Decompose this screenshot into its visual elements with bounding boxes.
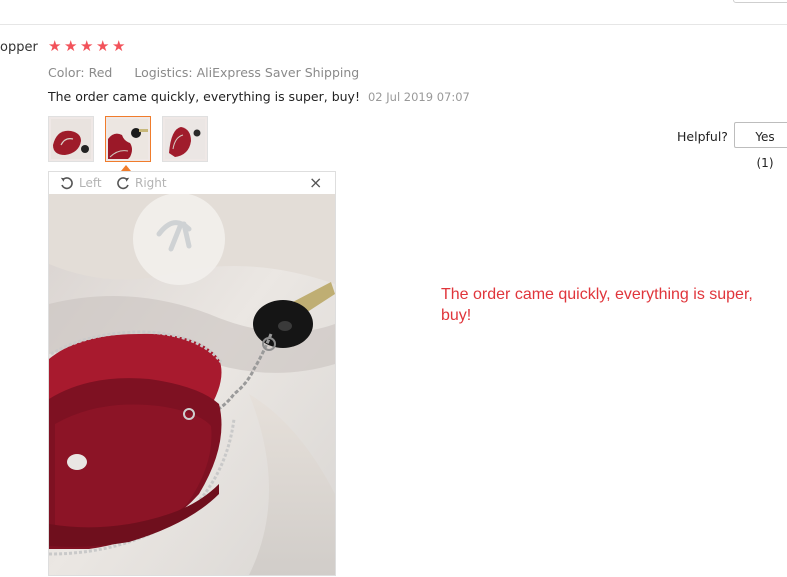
thumbnail-image: [51, 119, 91, 159]
reviewer-name: opper: [0, 40, 38, 55]
close-icon[interactable]: ×: [309, 173, 322, 192]
helpful-yes-button[interactable]: Yes (1): [734, 122, 787, 170]
color-info: Color: Red: [48, 65, 113, 80]
previous-helpful-button[interactable]: [733, 0, 787, 3]
logistics-info: Logistics: AliExpress Saver Shipping: [134, 65, 360, 80]
star-icon: ★: [64, 37, 78, 55]
review-body: The order came quickly, everything is su…: [48, 89, 470, 104]
review-photo: [49, 194, 335, 575]
viewer-toolbar: Left Right ×: [49, 172, 335, 194]
star-icon: ★: [48, 37, 62, 55]
star-rating: ★ ★ ★ ★ ★: [48, 39, 127, 54]
rotate-right-label: Right: [135, 176, 167, 190]
star-icon: ★: [96, 37, 110, 55]
rotate-left-label: Left: [79, 176, 102, 190]
rotate-left-button[interactable]: Left: [59, 175, 102, 191]
review-caption: The order came quickly, everything is su…: [441, 286, 753, 324]
image-viewer: Left Right ×: [48, 171, 336, 576]
thumbnail-2[interactable]: [105, 116, 151, 162]
thumbnail-image: [108, 119, 148, 159]
star-icon: ★: [80, 37, 94, 55]
review-text: The order came quickly, everything is su…: [48, 89, 360, 104]
rotate-right-icon: [117, 177, 130, 190]
order-meta: Color: Red Logistics: AliExpress Saver S…: [48, 65, 359, 80]
rotate-left-icon: [60, 177, 73, 190]
section-divider: [0, 24, 787, 25]
helpful-label: Helpful?: [677, 129, 728, 144]
thumbnail-3[interactable]: [162, 116, 208, 162]
review-date: 02 Jul 2019 07:07: [367, 90, 470, 104]
thumbnail-1[interactable]: [48, 116, 94, 162]
thumbnail-image: [165, 119, 205, 159]
photo-thumbnails: [48, 116, 208, 162]
star-icon: ★: [112, 37, 126, 55]
wallet-photo: [49, 194, 335, 575]
rotate-right-button[interactable]: Right: [115, 175, 167, 191]
